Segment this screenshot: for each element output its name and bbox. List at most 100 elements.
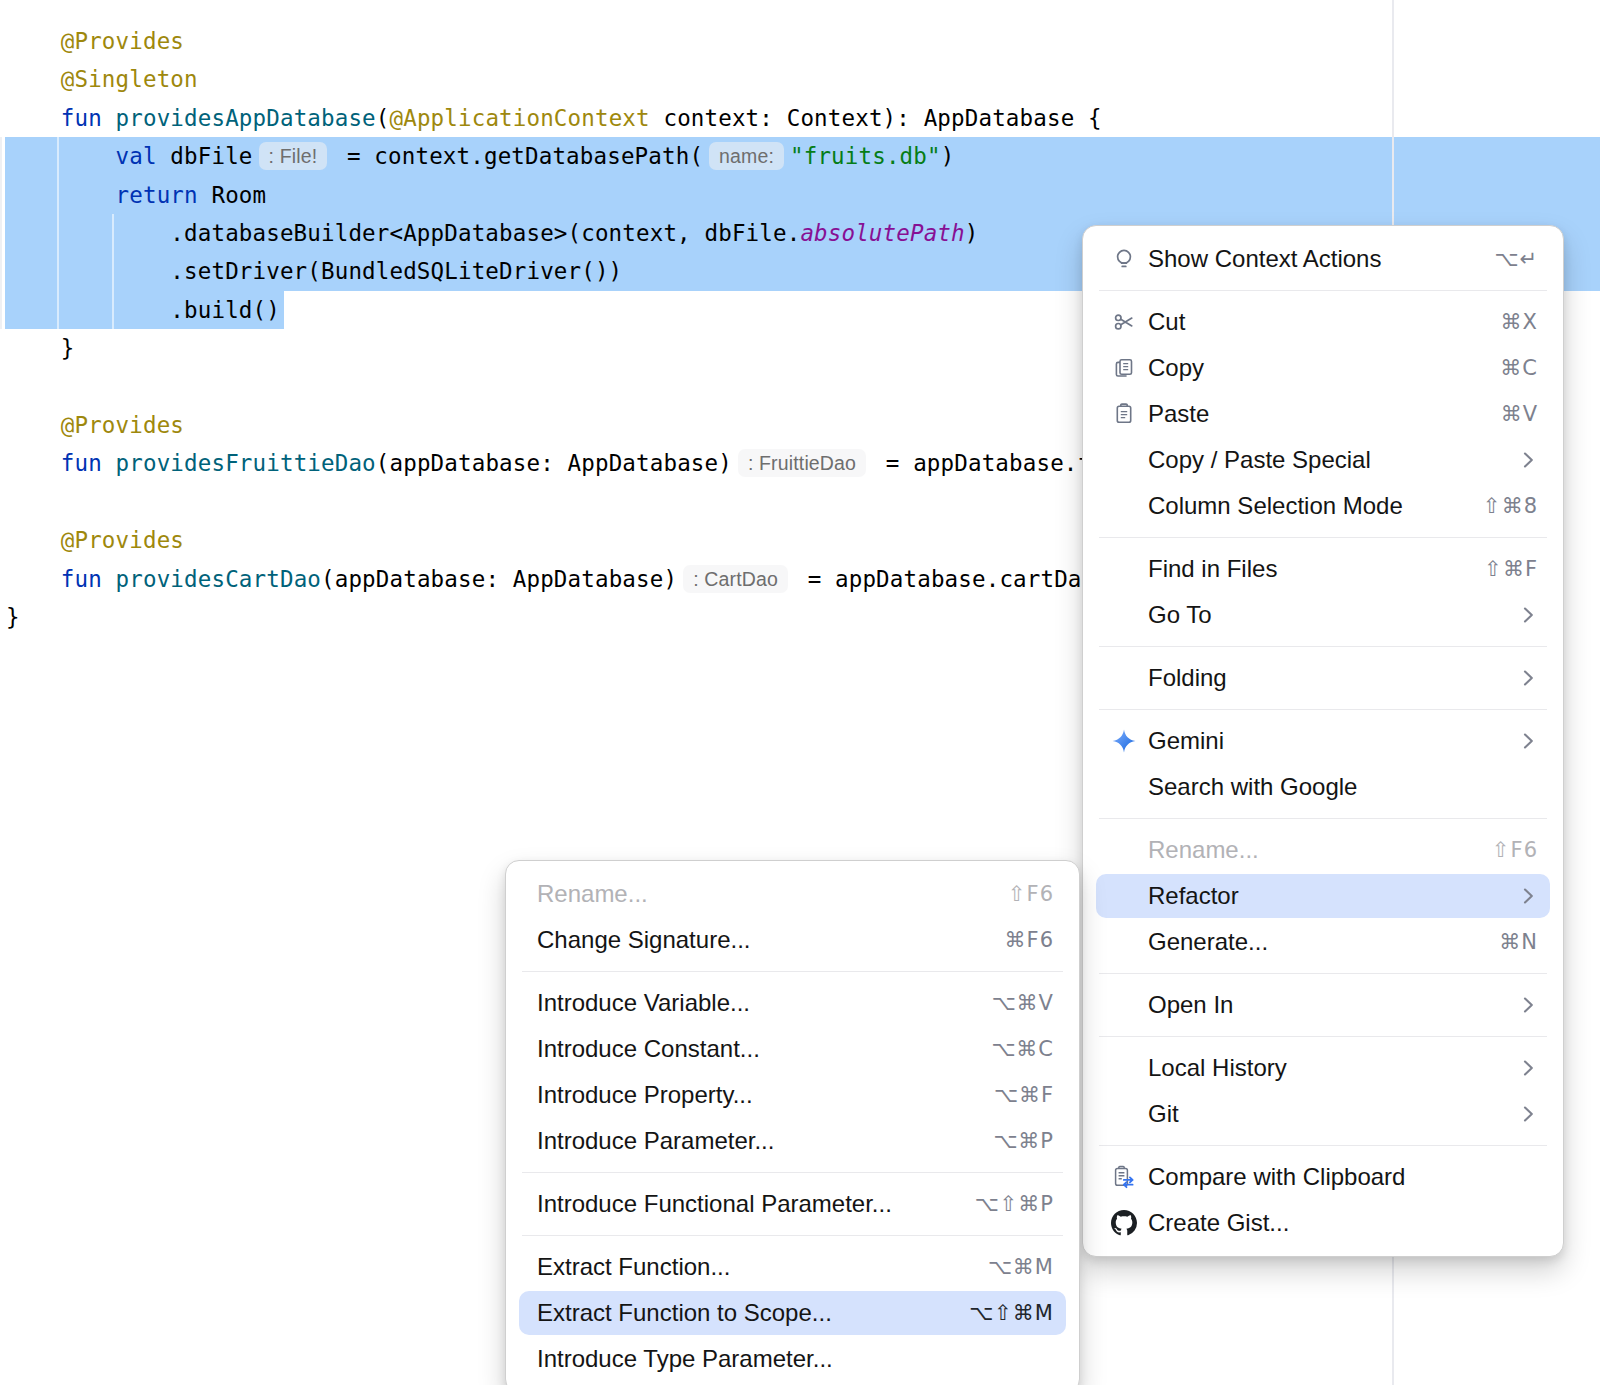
code-line-15: }	[6, 598, 20, 636]
menu-separator	[506, 963, 1079, 980]
menu-item-introduce-parameter[interactable]: Introduce Parameter...⌥⌘P	[506, 1118, 1079, 1164]
code-token: .databaseBuilder<AppDatabase>(context, d…	[170, 220, 800, 246]
menu-item-rename[interactable]: Rename... ⇧F6	[1083, 827, 1563, 873]
code-line-11: fun providesFruittieDao(appDatabase: App…	[6, 444, 1256, 482]
editor-context-menu: Show Context Actions⌥↵ Cut ⌘X Copy⌘CPaste⌘V…	[1082, 225, 1564, 1257]
menu-item-local-history[interactable]: Local History	[1083, 1045, 1563, 1091]
menu-item-shortcut: ⌥⇧⌘P	[975, 1192, 1054, 1216]
menu-item-folding[interactable]: Folding	[1083, 655, 1563, 701]
menu-item-shortcut: ⌘N	[1499, 930, 1538, 954]
code-line-6: .setDriver(BundledSQLiteDriver())	[6, 252, 622, 290]
code-line-13: @Provides	[6, 521, 184, 559]
icon-spacer	[1111, 665, 1137, 691]
menu-item-shortcut: ⌘X	[1501, 310, 1538, 334]
menu-item-git[interactable]: Git	[1083, 1091, 1563, 1137]
menu-separator	[1083, 282, 1563, 299]
code-token: (	[376, 105, 390, 131]
refactor-submenu: Rename...⇧F6Change Signature...⌘F6 Introd…	[505, 860, 1080, 1385]
menu-item-label: Generate...	[1148, 928, 1268, 956]
submenu-chevron-icon	[1523, 1059, 1534, 1077]
code-token: fun	[61, 450, 116, 476]
menu-item-copy[interactable]: Copy⌘C	[1083, 345, 1563, 391]
code-token: Room	[211, 182, 266, 208]
submenu-chevron-icon	[1523, 996, 1534, 1014]
menu-item-rename[interactable]: Rename...⇧F6	[506, 871, 1079, 917]
menu-item-column-selection-mode[interactable]: Column Selection Mode ⇧⌘8	[1083, 483, 1563, 529]
inlay-hint[interactable]: : FruittieDao	[738, 449, 866, 477]
menu-item-label: Introduce Variable...	[537, 989, 750, 1017]
menu-item-shortcut: ⇧F6	[1492, 838, 1538, 862]
menu-separator	[1083, 638, 1563, 655]
code-token: fun	[61, 566, 116, 592]
menu-item-generate[interactable]: Generate... ⌘N	[1083, 919, 1563, 965]
menu-item-label: Rename...	[1148, 836, 1259, 864]
menu-item-introduce-type-parameter[interactable]: Introduce Type Parameter...	[506, 1336, 1079, 1382]
menu-item-introduce-property[interactable]: Introduce Property...⌥⌘F	[506, 1072, 1079, 1118]
code-token: @Provides	[61, 527, 184, 553]
menu-item-shortcut: ⌥⌘M	[988, 1255, 1054, 1279]
code-token: return	[116, 182, 212, 208]
menu-item-shortcut: ⌥⌘C	[991, 1037, 1054, 1061]
menu-item-label: Cut	[1148, 308, 1185, 336]
icon-spacer	[1111, 447, 1137, 473]
menu-item-shortcut: ⌥⇧⌘M	[969, 1301, 1054, 1325]
menu-item-label: Column Selection Mode	[1148, 492, 1403, 520]
menu-item-open-in[interactable]: Open In	[1083, 982, 1563, 1028]
menu-separator	[506, 1227, 1079, 1244]
menu-separator	[1083, 1137, 1563, 1154]
menu-item-create-gist[interactable]: Create Gist...	[1083, 1200, 1563, 1246]
menu-item-shortcut: ⌘C	[1500, 356, 1538, 380]
submenu-chevron-icon	[1523, 887, 1534, 905]
inlay-hint[interactable]: : CartDao	[683, 565, 788, 593]
code-line-1: @Singleton	[6, 60, 198, 98]
menu-item-gemini[interactable]: Gemini	[1083, 718, 1563, 764]
code-line-10: @Provides	[6, 406, 184, 444]
menu-item-go-to[interactable]: Go To	[1083, 592, 1563, 638]
icon-spacer	[1111, 929, 1137, 955]
lightbulb-icon	[1111, 246, 1137, 272]
code-token: "fruits.db"	[790, 143, 941, 169]
menu-item-label: Extract Function to Scope...	[537, 1299, 832, 1327]
menu-item-change-signature[interactable]: Change Signature...⌘F6	[506, 917, 1079, 963]
menu-item-show-context-actions[interactable]: Show Context Actions⌥↵	[1083, 236, 1563, 282]
code-token: @Singleton	[61, 66, 198, 92]
inlay-hint[interactable]: : File!	[259, 142, 328, 170]
menu-item-label: Find in Files	[1148, 555, 1277, 583]
menu-item-paste[interactable]: Paste⌘V	[1083, 391, 1563, 437]
menu-item-label: Gemini	[1148, 727, 1224, 755]
menu-item-shortcut: ⇧⌘8	[1483, 494, 1538, 518]
menu-item-extract-function-to-scope[interactable]: Extract Function to Scope... ⌥⇧⌘M	[506, 1290, 1079, 1336]
code-token: }	[61, 335, 75, 361]
menu-item-compare-with-clipboard[interactable]: Compare with Clipboard	[1083, 1154, 1563, 1200]
menu-item-label: Paste	[1148, 400, 1209, 428]
menu-item-label: Extract Function...	[537, 1253, 730, 1281]
menu-item-search-with-google[interactable]: Search with Google	[1083, 764, 1563, 810]
menu-item-cut[interactable]: Cut ⌘X	[1083, 299, 1563, 345]
code-token: = context.getDatabasePath(	[333, 143, 703, 169]
icon-spacer	[1111, 1101, 1137, 1127]
menu-item-introduce-functional-parameter[interactable]: Introduce Functional Parameter... ⌥⇧⌘P	[506, 1181, 1079, 1227]
code-line-14: fun providesCartDao(appDatabase: AppData…	[6, 560, 1123, 598]
menu-item-refactor[interactable]: Refactor	[1083, 873, 1563, 919]
code-token: providesAppDatabase	[116, 105, 376, 131]
menu-item-copy-paste-special[interactable]: Copy / Paste Special	[1083, 437, 1563, 483]
copy-icon	[1111, 355, 1137, 381]
inlay-hint[interactable]: name:	[709, 142, 784, 170]
icon-spacer	[1111, 837, 1137, 863]
menu-item-introduce-constant[interactable]: Introduce Constant...⌥⌘C	[506, 1026, 1079, 1072]
menu-item-label: Copy / Paste Special	[1148, 446, 1371, 474]
menu-item-label: Local History	[1148, 1054, 1287, 1082]
code-token: .setDriver(BundledSQLiteDriver())	[170, 258, 622, 284]
submenu-chevron-icon	[1523, 451, 1534, 469]
menu-item-label: Introduce Functional Parameter...	[537, 1190, 892, 1218]
menu-item-extract-function[interactable]: Extract Function... ⌥⌘M	[506, 1244, 1079, 1290]
code-token: fun	[61, 105, 116, 131]
menu-item-find-in-files[interactable]: Find in Files⇧⌘F	[1083, 546, 1563, 592]
menu-item-introduce-variable[interactable]: Introduce Variable...⌥⌘V	[506, 980, 1079, 1026]
menu-item-label: Introduce Property...	[537, 1081, 753, 1109]
github-icon	[1111, 1210, 1137, 1236]
gemini-icon	[1111, 728, 1137, 754]
diff-clipboard-icon	[1111, 1164, 1137, 1190]
icon-spacer	[1111, 602, 1137, 628]
code-token: (appDatabase: AppDatabase)	[376, 450, 732, 476]
